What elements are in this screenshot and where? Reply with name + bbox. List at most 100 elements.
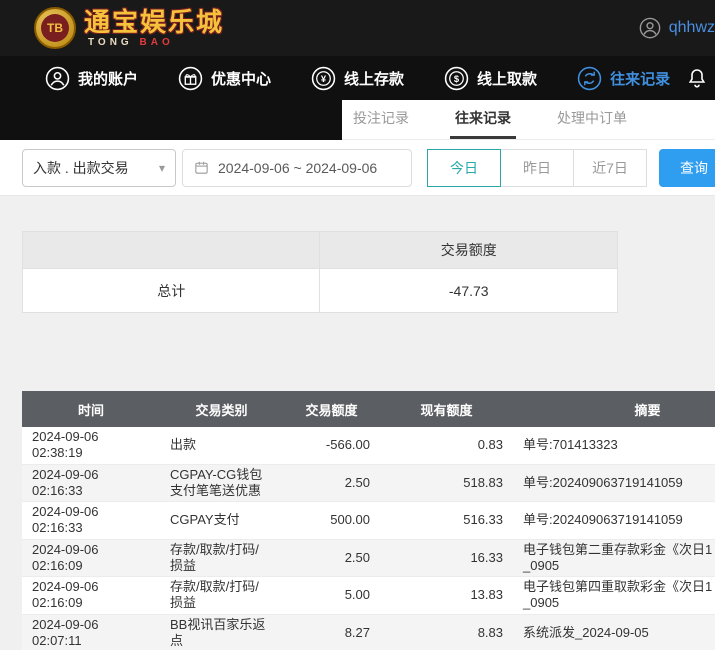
cell-balance: 16.33 [380, 539, 513, 577]
svg-text:¥: ¥ [321, 74, 327, 84]
table-row: 2024-09-06 02:16:33 CGPAY支付 500.00 516.3… [22, 501, 715, 540]
screen: TB 通宝娱乐城 TONG BAO qhhwz 我的账户 优惠中心 ¥ 线上存款… [0, 0, 715, 650]
cell-type: 存款/取款/打码/ 损益 [160, 539, 283, 577]
transactions-table: 时间 交易类别 交易额度 现有额度 摘要 2024-09-06 02:38:19… [22, 391, 715, 650]
chevron-down-icon: ▾ [158, 160, 165, 175]
site-subtitle-tong: TONG [88, 36, 133, 48]
transaction-type-select[interactable]: 入款 . 出款交易 ▾ [22, 148, 176, 187]
nav-item-my-account[interactable]: 我的账户 [45, 66, 138, 91]
filterbar: 入款 . 出款交易 ▾ 2024-09-06 ~ 2024-09-06 今日 昨… [0, 140, 715, 196]
logo[interactable]: TB 通宝娱乐城 TONG BAO [34, 7, 224, 49]
nav-label: 往来记录 [610, 70, 671, 88]
cell-amount: 8.27 [283, 614, 380, 650]
cell-balance: 8.83 [380, 614, 513, 650]
tab-betting-records[interactable]: 投注记录 [348, 100, 414, 139]
cell-time: 2024-09-06 02:07:11 [22, 614, 160, 650]
summary-header-amount: 交易额度 [319, 231, 618, 269]
today-button[interactable]: 今日 [427, 148, 501, 187]
nav-item-deposit[interactable]: ¥ 线上存款 [311, 66, 404, 91]
search-button[interactable]: 查询 [659, 148, 715, 187]
last7days-button[interactable]: 近7日 [573, 148, 647, 187]
cell-amount: 5.00 [283, 576, 380, 615]
cell-type: CGPAY-CG钱包 支付笔笔送优惠 [160, 464, 283, 502]
gift-icon [178, 66, 203, 90]
table-row: 2024-09-06 02:07:11 BB视讯百家乐返 点 8.27 8.83… [22, 614, 715, 650]
cell-amount: 2.50 [283, 464, 380, 502]
table-row: 2024-09-06 02:16:09 存款/取款/打码/ 损益 2.50 16… [22, 539, 715, 577]
site-subtitle: TONG BAO [84, 36, 224, 48]
svg-text:$: $ [454, 74, 460, 84]
cell-time: 2024-09-06 02:16:33 [22, 501, 160, 540]
cell-balance: 0.83 [380, 427, 513, 465]
cell-summary: 单号:202409063719141059 [513, 464, 715, 502]
tabstrip-dark-filler [0, 100, 342, 140]
col-header-summary: 摘要 [513, 391, 715, 427]
notification-bell-icon[interactable] [685, 66, 709, 95]
summary-total-label: 总计 [21, 268, 321, 313]
date-range-picker[interactable]: 2024-09-06 ~ 2024-09-06 [182, 148, 412, 187]
cell-summary: 单号:701413323 [513, 427, 715, 465]
transaction-type-value: 入款 . 出款交易 [33, 159, 129, 176]
cell-balance: 13.83 [380, 576, 513, 615]
site-subtitle-bao: BAO [139, 36, 174, 48]
nav-label: 优惠中心 [211, 70, 272, 88]
summary-table: 交易额度 总计 -47.73 [21, 231, 618, 313]
cell-balance: 516.33 [380, 501, 513, 540]
calendar-icon [195, 161, 208, 174]
col-header-amount: 交易额度 [283, 391, 380, 427]
nav-item-withdrawal[interactable]: $ 线上取款 [444, 66, 537, 91]
cell-summary: 单号:202409063719141059 [513, 501, 715, 540]
account-icon [45, 66, 70, 90]
summary-total-value: -47.73 [319, 268, 618, 313]
user-avatar-icon [639, 17, 661, 39]
yesterday-button[interactable]: 昨日 [500, 148, 574, 187]
cell-time: 2024-09-06 02:16:33 [22, 464, 160, 502]
nav-item-records[interactable]: 往来记录 [577, 66, 670, 91]
deposit-icon: ¥ [311, 66, 336, 90]
user-menu[interactable]: qhhwz [639, 17, 715, 39]
nav-label: 线上存款 [344, 70, 405, 88]
cell-balance: 518.83 [380, 464, 513, 502]
site-title: 通宝娱乐城 [84, 6, 225, 37]
col-header-time: 时间 [22, 391, 160, 427]
cell-type: BB视讯百家乐返 点 [160, 614, 283, 650]
table-header-row: 时间 交易类别 交易额度 现有额度 摘要 [22, 391, 715, 427]
cell-time: 2024-09-06 02:16:09 [22, 539, 160, 577]
username: qhhwz [668, 19, 715, 36]
cell-type: 存款/取款/打码/ 损益 [160, 576, 283, 615]
cell-summary: 电子钱包第四重取款彩金《次日1 _0905 [513, 576, 715, 615]
col-header-type: 交易类别 [160, 391, 283, 427]
logo-text: 通宝娱乐城 TONG BAO [84, 9, 224, 48]
cell-amount: -566.00 [283, 427, 380, 465]
main-nav: 我的账户 优惠中心 ¥ 线上存款 $ 线上取款 往来记录 [0, 56, 715, 100]
topbar: TB 通宝娱乐城 TONG BAO qhhwz [0, 0, 715, 56]
cell-type: 出款 [160, 427, 283, 465]
cell-summary: 系统派发_2024-09-05 [513, 614, 715, 650]
tab-transaction-records[interactable]: 往来记录 [450, 100, 516, 139]
tab-processing-orders[interactable]: 处理中订单 [552, 100, 632, 139]
cell-amount: 2.50 [283, 539, 380, 577]
cell-time: 2024-09-06 02:16:09 [22, 576, 160, 615]
cell-time: 2024-09-06 02:38:19 [22, 427, 160, 465]
coin-logo-text: TB [41, 14, 69, 42]
tabstrip: 投注记录 往来记录 处理中订单 [0, 100, 715, 140]
nav-label: 线上取款 [477, 70, 538, 88]
withdraw-icon: $ [444, 66, 469, 90]
nav-label: 我的账户 [78, 70, 139, 88]
date-range-value: 2024-09-06 ~ 2024-09-06 [218, 159, 378, 176]
cell-summary: 电子钱包第二重存款彩金《次日1 _0905 [513, 539, 715, 577]
table-row: 2024-09-06 02:38:19 出款 -566.00 0.83 单号:7… [22, 427, 715, 465]
records-icon [577, 66, 602, 90]
summary-row: 总计 -47.73 [21, 268, 618, 313]
table-row: 2024-09-06 02:16:33 CGPAY-CG钱包 支付笔笔送优惠 2… [22, 464, 715, 502]
quick-range-group: 今日 昨日 近7日 [427, 148, 647, 187]
tabs: 投注记录 往来记录 处理中订单 [342, 100, 632, 139]
table-row: 2024-09-06 02:16:09 存款/取款/打码/ 损益 5.00 13… [22, 576, 715, 615]
cell-type: CGPAY支付 [160, 501, 283, 540]
cell-amount: 500.00 [283, 501, 380, 540]
col-header-balance: 现有额度 [380, 391, 513, 427]
nav-item-promotions[interactable]: 优惠中心 [178, 66, 271, 91]
content: 交易额度 总计 -47.73 时间 交易类别 交易额度 现有额度 摘要 2024… [0, 196, 715, 650]
summary-header-empty [21, 231, 321, 269]
coin-logo-icon: TB [34, 7, 76, 49]
